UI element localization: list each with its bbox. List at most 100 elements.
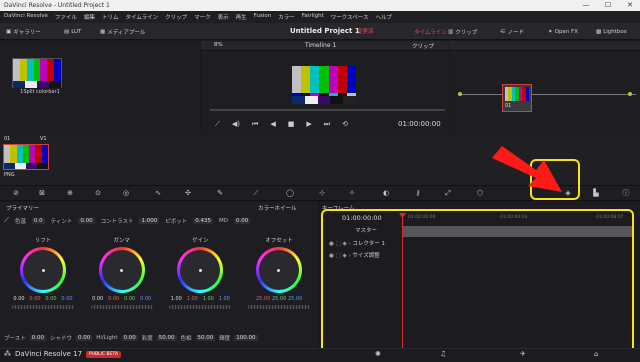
color-wheels-icon[interactable]: ⊕	[62, 186, 78, 200]
lut-button[interactable]: ▤ LUT	[64, 27, 81, 37]
param-sat-value[interactable]: 50.00	[156, 335, 177, 341]
menu-item-workspace[interactable]: ワークスペース	[331, 13, 369, 21]
param-hue-value[interactable]: 50.00	[195, 335, 216, 341]
first-frame-icon[interactable]: ⏮	[252, 120, 258, 129]
node-output-dot[interactable]	[628, 92, 632, 96]
volume-icon[interactable]: ◀)	[232, 120, 240, 129]
wheel-lift-control[interactable]	[20, 247, 66, 293]
primaries-mode[interactable]: カラーホイール	[258, 204, 297, 212]
play-icon[interactable]: ▶	[306, 120, 311, 129]
viewer-scrubber[interactable]	[210, 109, 445, 111]
clip-thumbnail[interactable]	[3, 144, 49, 170]
page-color-icon[interactable]: ✺	[375, 350, 381, 358]
param-pivot-value[interactable]: 0.435	[193, 217, 213, 224]
key-icon[interactable]: ⚷	[410, 186, 426, 200]
param-lummix-value[interactable]: 100.00	[234, 335, 258, 341]
viewer-clip-mode[interactable]: クリップ	[412, 42, 434, 50]
qualifier-icon[interactable]: ✎	[212, 186, 228, 200]
node-input-dot[interactable]	[458, 92, 462, 96]
timeline-toggle-button[interactable]: タイムライン	[414, 27, 447, 37]
wheel-lift-y[interactable]: 0.00	[12, 296, 26, 302]
clips-button[interactable]: ▥ クリップ	[448, 27, 477, 37]
window-icon[interactable]: ◯	[282, 186, 298, 200]
keyframe-playhead[interactable]	[402, 213, 403, 348]
wheel-gain-g[interactable]: 1.00	[201, 296, 215, 302]
wheel-offset-control[interactable]	[255, 247, 302, 293]
motion-effects-icon[interactable]: ◎	[118, 186, 134, 200]
lightbox-button[interactable]: ▩ Lightbox	[596, 27, 627, 37]
wheel-gain-control[interactable]	[177, 247, 224, 293]
media-pool-button[interactable]: ▦ メディアプール	[100, 27, 145, 37]
maximize-button[interactable]: ☐	[598, 0, 618, 11]
gallery-button[interactable]: ▣ ギャラリー	[6, 27, 41, 37]
wheel-gain-r[interactable]: 1.00	[185, 296, 199, 302]
magic-mask-icon[interactable]: ✧	[344, 186, 360, 200]
wheel-offset-master[interactable]	[247, 305, 310, 309]
menu-item-clip[interactable]: クリップ	[165, 13, 187, 21]
param-boost-value[interactable]: 0.00	[29, 335, 46, 341]
menu-item-trim[interactable]: トリム	[102, 13, 119, 21]
wheel-gamma-b[interactable]: 0.00	[139, 296, 153, 302]
3d-icon[interactable]: ⬡	[472, 186, 488, 200]
wheel-lift-master[interactable]	[12, 305, 74, 309]
param-highlight-value[interactable]: 0.00	[121, 335, 138, 341]
rgb-mixer-icon[interactable]: ⊙	[90, 186, 106, 200]
param-tint-value[interactable]: 0.00	[78, 217, 95, 224]
timeline-name[interactable]: Timeline 1	[305, 42, 336, 49]
camera-raw-icon[interactable]: ⊘	[8, 186, 24, 200]
info-icon[interactable]: ⓘ	[618, 186, 634, 200]
blur-icon[interactable]: ◐	[378, 186, 394, 200]
minimize-button[interactable]: —	[576, 0, 596, 11]
menu-item-mark[interactable]: マーク	[194, 13, 211, 21]
menu-item-edit[interactable]: 編集	[84, 13, 95, 21]
keyframe-row-sizing[interactable]: ● ⬚ ◆ › サイズ調整	[325, 251, 633, 262]
curves-icon[interactable]: ∿	[150, 186, 166, 200]
page-deliver-icon[interactable]: ✈	[520, 350, 526, 358]
play-reverse-icon[interactable]: ◀	[270, 120, 275, 129]
menu-item-fairlight[interactable]: Fairlight	[302, 13, 324, 21]
auto-balance-icon[interactable]: ⟋	[4, 216, 9, 225]
wheel-gamma-control[interactable]	[98, 247, 145, 293]
color-match-icon[interactable]: ⊠	[34, 186, 50, 200]
viewer-zoom[interactable]: 8%	[214, 42, 223, 48]
param-contrast-value[interactable]: 1.000	[139, 217, 160, 224]
last-frame-icon[interactable]: ⏭	[324, 120, 330, 129]
menu-item-timeline[interactable]: タイムライン	[125, 13, 158, 21]
color-warper-icon[interactable]: ✣	[180, 186, 196, 200]
gallery-still[interactable]	[12, 58, 62, 88]
param-md-value[interactable]: 0.00	[233, 217, 251, 224]
page-fairlight-icon[interactable]: ♫	[440, 350, 446, 358]
stop-icon[interactable]: ■	[288, 120, 295, 129]
wheel-offset-g[interactable]: 25.00	[272, 296, 286, 302]
wheel-gain-b[interactable]: 1.00	[217, 296, 231, 302]
param-temp-value[interactable]: 0.0	[31, 217, 45, 224]
wheel-gain-y[interactable]: 1.00	[169, 296, 183, 302]
wheel-lift-r[interactable]: 0.00	[28, 296, 42, 302]
menu-item-fusion[interactable]: Fusion	[254, 13, 272, 21]
tracker-icon[interactable]: ⊹	[314, 186, 330, 200]
wheel-lift-g[interactable]: 0.00	[44, 296, 58, 302]
menu-item-color[interactable]: カラー	[278, 13, 295, 21]
scopes-icon[interactable]: ▙	[588, 186, 604, 200]
close-button[interactable]: ✕	[620, 0, 640, 11]
picker-icon[interactable]: ⟋	[215, 120, 220, 129]
menu-item-playback[interactable]: 再生	[236, 13, 247, 21]
openfx-button[interactable]: ✦ Open FX	[548, 27, 578, 37]
sizing-icon[interactable]: ⤢	[440, 186, 456, 200]
wheel-offset-r[interactable]: 25.00	[256, 296, 270, 302]
menu-item-help[interactable]: ヘルプ	[375, 13, 392, 21]
wheel-gamma-y[interactable]: 0.00	[91, 296, 105, 302]
wheel-gamma-r[interactable]: 0.00	[107, 296, 121, 302]
wheel-gamma-master[interactable]	[90, 305, 153, 309]
menu-item-view[interactable]: 表示	[218, 13, 229, 21]
keyframe-row-corrector[interactable]: ● ⬚ ◆ › コレクター 1	[325, 239, 633, 250]
nodes-button[interactable]: ⋲ ノード	[500, 27, 524, 37]
wheel-gamma-g[interactable]: 0.00	[123, 296, 137, 302]
menu-item-file[interactable]: ファイル	[55, 13, 77, 21]
loop-icon[interactable]: ⟲	[342, 120, 348, 129]
wheel-offset-b[interactable]: 25.00	[288, 296, 302, 302]
wheel-lift-b[interactable]: 0.00	[60, 296, 74, 302]
eyedropper-icon[interactable]: ⟋	[248, 186, 264, 200]
wheel-gain-master[interactable]	[169, 305, 232, 309]
param-shadow-value[interactable]: 0.00	[76, 335, 93, 341]
